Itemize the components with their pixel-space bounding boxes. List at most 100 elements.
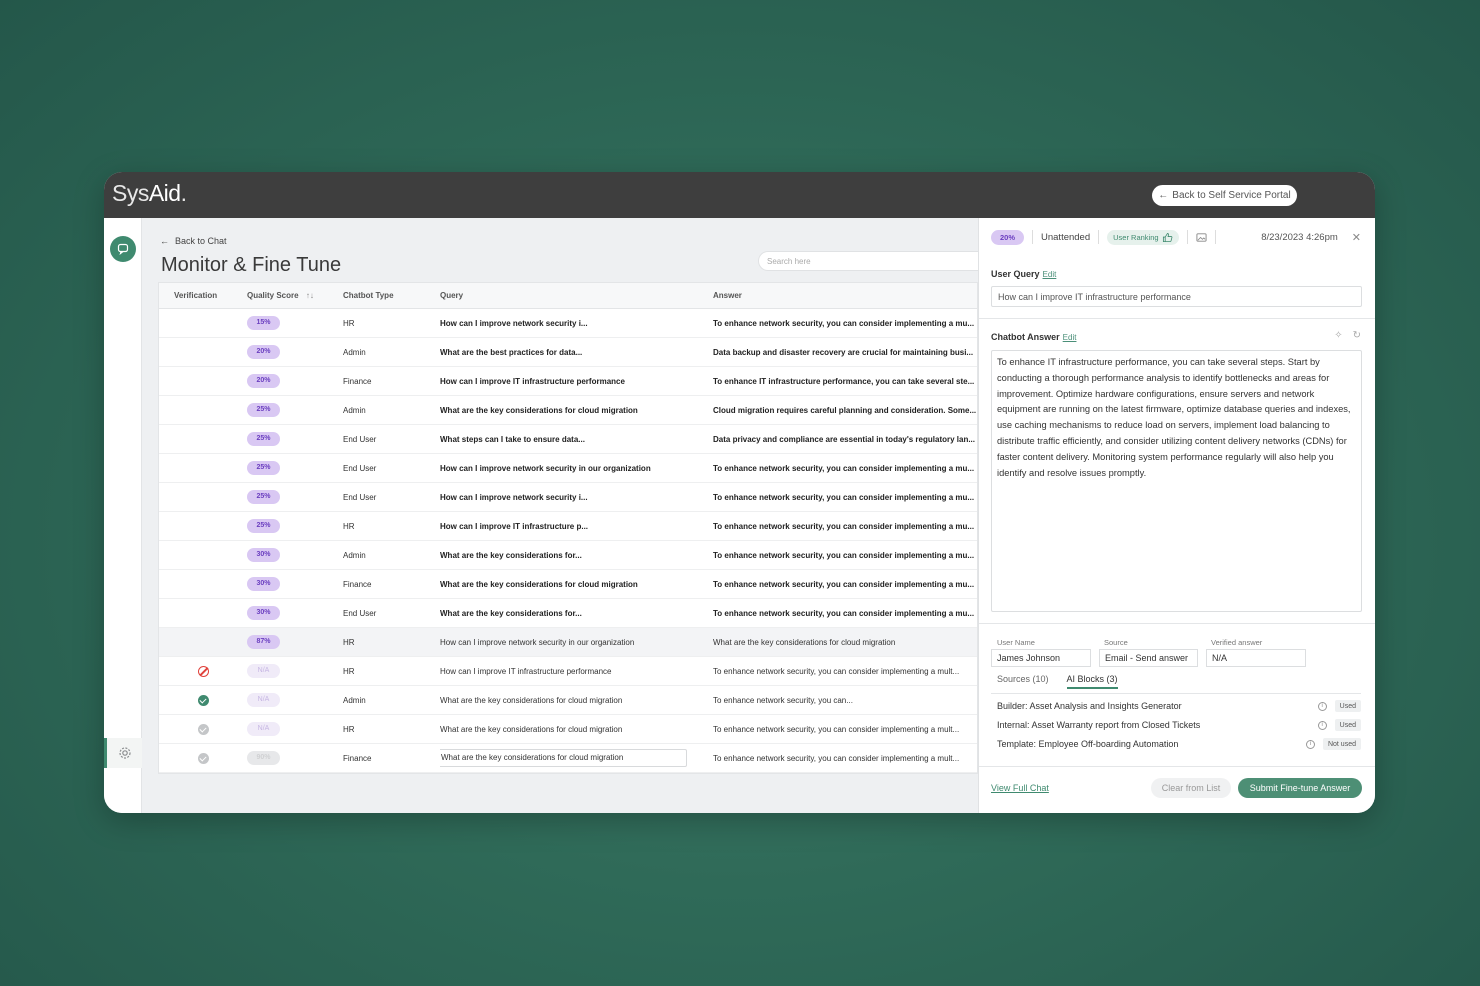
query-cell: How can I improve network security i...: [440, 318, 588, 328]
score-badge: 25%: [247, 432, 280, 446]
query-cell: What are the key considerations for clou…: [440, 749, 713, 767]
chatbot-type-cell: End User: [343, 463, 377, 473]
status-badge: Not used: [1322, 738, 1361, 750]
score-badge: 30%: [247, 548, 280, 562]
tab-ai-blocks[interactable]: AI Blocks (3): [1066, 674, 1118, 689]
queries-table: Verification Quality Score ↑↓ Chatbot Ty…: [158, 282, 978, 774]
tab-sources[interactable]: Sources (10): [997, 674, 1049, 689]
user-name-field[interactable]: James Johnson: [991, 649, 1091, 667]
table-row[interactable]: 25% HR How can I improve IT infrastructure…: [159, 512, 977, 541]
table-row[interactable]: N/A HR What are the key considerations for…: [159, 715, 977, 744]
page-title: Monitor & Fine Tune: [161, 254, 342, 276]
col-query[interactable]: Query: [440, 291, 713, 300]
score-badge: 90%: [247, 751, 280, 765]
score-badge: 20%: [991, 229, 1024, 245]
table-row[interactable]: 25% Admin What are the key considerations …: [159, 396, 977, 425]
chatbot-answer-label: Chatbot Answer Edit: [991, 332, 1077, 342]
query-cell: How can I improve IT infrastructure perf…: [440, 666, 612, 676]
source-field[interactable]: Email - Send answer: [1099, 649, 1198, 667]
side-rail: [104, 218, 142, 813]
ai-block-item[interactable]: Builder: Asset Analysis and Insights Gen…: [997, 698, 1361, 714]
status-badge: Used: [1334, 700, 1361, 712]
ai-block-item[interactable]: Internal: Asset Warranty report from Clo…: [997, 717, 1361, 733]
chatbot-type-cell: Admin: [343, 405, 366, 415]
ai-block-item[interactable]: Template: Employee Off-boarding Automati…: [997, 736, 1361, 752]
edit-answer-link[interactable]: Edit: [1063, 333, 1077, 342]
table-row[interactable]: N/A HR How can I improve IT infrastructure…: [159, 657, 977, 686]
user-query-field[interactable]: How can I improve IT infrastructure perf…: [991, 286, 1362, 307]
table-row[interactable]: 20% Admin What are the best practices for …: [159, 338, 977, 367]
answer-cell: Cloud migration requires careful plannin…: [713, 405, 977, 415]
query-cell: How can I improve IT infrastructure p...: [440, 521, 589, 531]
status-badge: Used: [1334, 719, 1361, 731]
table-row[interactable]: 90% Finance What are the key consideration…: [159, 744, 977, 773]
close-icon[interactable]: ✕: [1352, 231, 1361, 244]
table-row[interactable]: 30% Admin What are the key considerations …: [159, 541, 977, 570]
table-row[interactable]: 30% Finance What are the key consideration…: [159, 570, 977, 599]
answer-tools: ✧ ↻: [1334, 330, 1361, 341]
view-full-chat-link[interactable]: View Full Chat: [991, 783, 1049, 793]
score-badge: 25%: [247, 403, 280, 417]
table-row[interactable]: 87% HR How can I improve network security …: [159, 628, 977, 657]
col-quality-score[interactable]: Quality Score ↑↓: [247, 291, 343, 300]
query-cell: What are the key considerations for clou…: [440, 724, 623, 734]
verification-cell: [159, 723, 247, 735]
gear-icon[interactable]: [104, 738, 142, 768]
verification-cell: [159, 665, 247, 677]
query-edit-field[interactable]: What are the key considerations for clou…: [440, 749, 687, 767]
edit-query-link[interactable]: Edit: [1043, 270, 1057, 279]
col-chatbot-type[interactable]: Chatbot Type: [343, 291, 440, 300]
answer-cell: To enhance network security, you can con…: [713, 492, 975, 502]
back-to-chat-link[interactable]: ← Back to Chat: [160, 236, 227, 246]
query-cell: What are the key considerations for clou…: [440, 695, 623, 705]
divider: [979, 623, 1375, 624]
score-badge: N/A: [247, 693, 280, 707]
verified-answer-field[interactable]: N/A: [1206, 649, 1306, 667]
table-row[interactable]: N/A Admin What are the key considerations …: [159, 686, 977, 715]
chatbot-answer-field[interactable]: To enhance IT infrastructure performance…: [991, 350, 1362, 612]
quality-score-cell: 25%: [247, 490, 343, 504]
info-icon[interactable]: i: [1317, 701, 1327, 711]
check-circle-icon[interactable]: [197, 723, 209, 735]
chatbot-type-cell: Admin: [343, 550, 366, 560]
refresh-icon[interactable]: ↻: [1353, 330, 1361, 341]
thumbs-up-icon: [1162, 232, 1172, 242]
answer-cell: Data backup and disaster recovery are cr…: [713, 347, 974, 357]
table-row[interactable]: 20% Finance How can I improve IT infrastru…: [159, 367, 977, 396]
clear-from-list-button[interactable]: Clear from List: [1151, 778, 1231, 798]
blocked-icon[interactable]: [197, 665, 209, 677]
divider: [1186, 230, 1188, 244]
divider: [1214, 230, 1216, 244]
submit-fine-tune-button[interactable]: Submit Fine-tune Answer: [1238, 778, 1362, 798]
user-ranking-badge: User Ranking: [1107, 229, 1179, 245]
table-row[interactable]: 25% End User How can I improve network sec…: [159, 454, 977, 483]
check-circle-icon[interactable]: [197, 694, 209, 706]
info-icon[interactable]: i: [1305, 739, 1315, 749]
chatbot-type-cell: Finance: [343, 376, 372, 386]
table-row[interactable]: 15% HR How can I improve network security …: [159, 309, 977, 338]
answer-cell: To enhance network security, you can con…: [713, 666, 960, 676]
search-input[interactable]: Search here: [758, 251, 988, 271]
table-row[interactable]: 30% End User What are the key consideratio…: [159, 599, 977, 628]
check-circle-icon[interactable]: [197, 752, 209, 764]
quality-score-cell: 25%: [247, 403, 343, 417]
sort-icon[interactable]: ↑↓: [306, 291, 314, 300]
chatbot-type-cell: HR: [343, 666, 355, 676]
table-header: Verification Quality Score ↑↓ Chatbot Ty…: [159, 283, 977, 309]
back-to-portal-button[interactable]: ← Back to Self Service Portal: [1152, 185, 1297, 206]
table-row[interactable]: 25% End User What steps can I take to ensu…: [159, 425, 977, 454]
image-icon[interactable]: [1196, 232, 1207, 243]
verified-answer-label: Verified answer: [1211, 638, 1263, 647]
quality-score-cell: 20%: [247, 374, 343, 388]
chatbot-type-cell: HR: [343, 637, 355, 647]
table-row[interactable]: 25% End User How can I improve network sec…: [159, 483, 977, 512]
answer-cell: What are the key considerations for clou…: [713, 637, 896, 647]
user-name-label: User Name: [997, 638, 1035, 647]
info-icon[interactable]: i: [1317, 720, 1327, 730]
col-answer[interactable]: Answer: [713, 291, 977, 300]
chat-icon[interactable]: [110, 236, 136, 262]
sparkle-icon[interactable]: ✧: [1334, 330, 1342, 341]
col-verification[interactable]: Verification: [159, 291, 247, 300]
quality-score-cell: 20%: [247, 345, 343, 359]
quality-score-cell: 25%: [247, 432, 343, 446]
